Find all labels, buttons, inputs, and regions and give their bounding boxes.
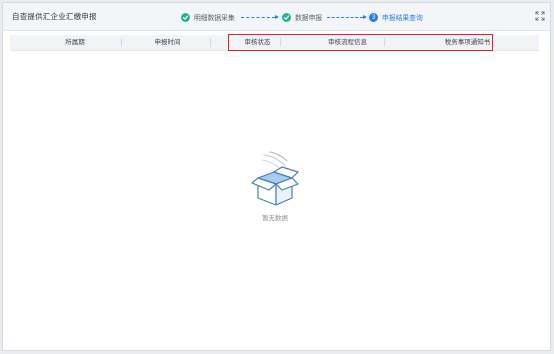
step-result-query[interactable]: 3 申报结果查询 [369, 10, 423, 24]
column-divider [121, 38, 122, 47]
step-detail-collection[interactable]: 明细数据采集 [181, 10, 235, 24]
step-connector [327, 15, 367, 19]
expand-icon[interactable] [535, 11, 545, 21]
empty-state-label: 暂无数据 [262, 214, 288, 222]
check-icon [282, 12, 291, 22]
page-title: 自查提供汇企业汇缴申报 [12, 12, 97, 21]
column-header-filing-time[interactable]: 申报时间 [130, 35, 205, 50]
column-divider [210, 38, 211, 47]
step-label: 明细数据采集 [194, 14, 235, 22]
title-bar: 自查提供汇企业汇缴申报 明细数据采集 数据申报 3 申报结果查询 [3, 3, 550, 31]
step-number-badge: 3 [369, 12, 378, 22]
empty-state: 暂无数据 [240, 150, 310, 225]
step-progress: 明细数据采集 数据申报 3 申报结果查询 [181, 10, 441, 24]
step-connector [241, 15, 279, 19]
check-icon [181, 12, 190, 22]
empty-box-icon [251, 151, 299, 206]
step-label: 申报结果查询 [382, 14, 423, 22]
column-header-period[interactable]: 所属期 [40, 35, 110, 50]
step-data-filing[interactable]: 数据申报 [282, 10, 322, 24]
step-label: 数据申报 [295, 14, 323, 22]
annotation-highlight-box [228, 34, 493, 51]
